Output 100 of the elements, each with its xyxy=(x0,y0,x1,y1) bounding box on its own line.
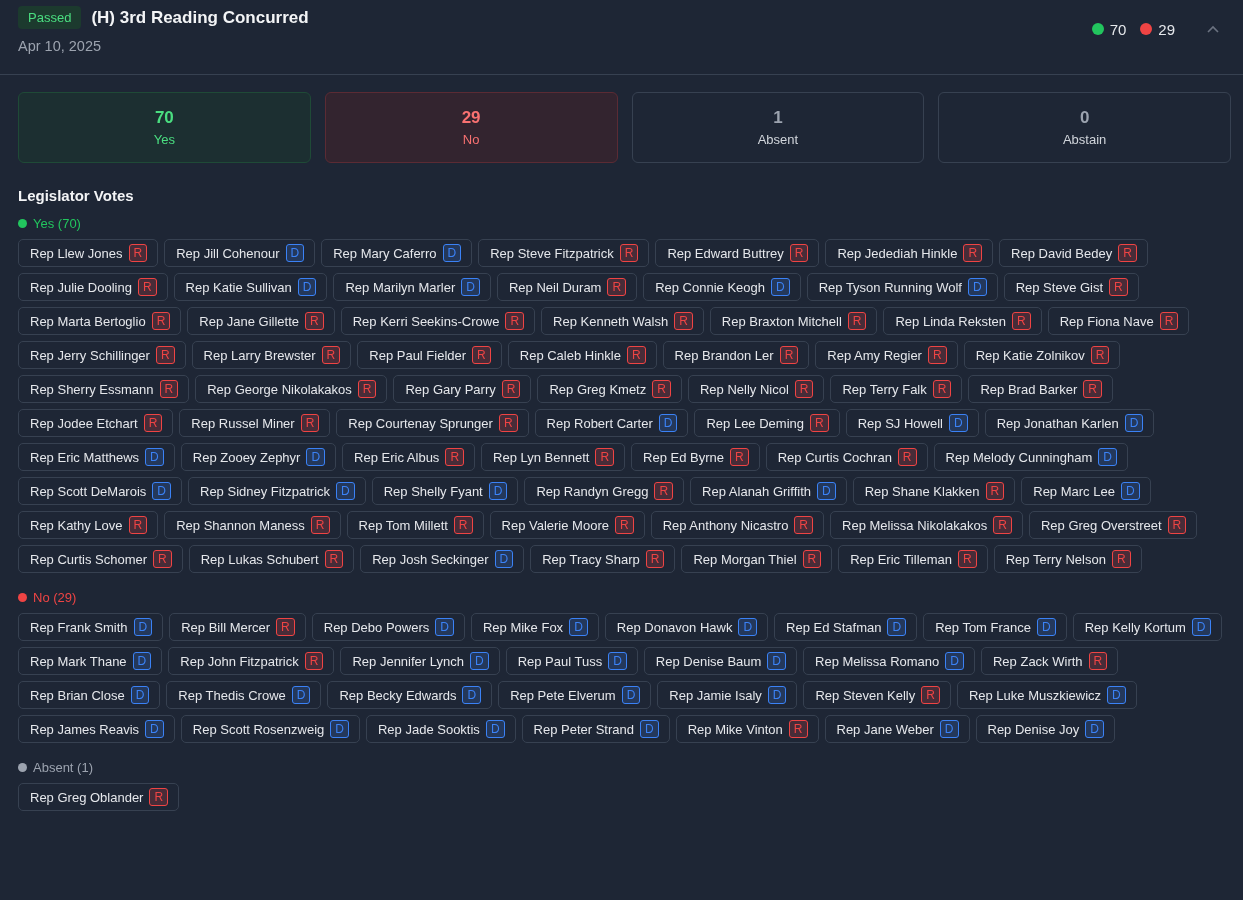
party-badge: D xyxy=(336,482,355,500)
party-badge: R xyxy=(730,448,749,466)
party-badge: R xyxy=(357,380,377,398)
legislator-name: Rep Luke Muszkiewicz xyxy=(968,687,1102,703)
legislator-name: Rep Jodee Etchart xyxy=(30,415,138,431)
party-badge: D xyxy=(1124,414,1144,432)
legislator-name: Rep Denise Baum xyxy=(655,653,762,669)
legislator-name: Rep Melissa Nikolakakos xyxy=(842,517,988,533)
party-badge: D xyxy=(306,448,326,466)
legislator-name: Rep Tyson Running Wolf xyxy=(818,279,962,295)
legislator-name: Rep Valerie Moore xyxy=(501,517,609,533)
party-badge: R xyxy=(1159,312,1179,330)
legislator-name: Rep Becky Edwards xyxy=(339,687,457,703)
chevron-up-icon xyxy=(1207,25,1219,33)
party-badge: R xyxy=(927,346,947,364)
party-badge: D xyxy=(767,652,787,670)
party-badge: R xyxy=(993,516,1012,534)
party-badge: R xyxy=(789,244,809,262)
party-badge: R xyxy=(847,312,867,330)
party-badge: R xyxy=(143,414,163,432)
party-badge: D xyxy=(291,686,311,704)
party-badge: D xyxy=(330,720,349,738)
party-badge: R xyxy=(619,244,639,262)
summary-label: No xyxy=(462,132,480,147)
legislator-name: Rep Lee Deming xyxy=(706,415,804,431)
summary-value: 70 xyxy=(154,108,174,128)
party-badge: R xyxy=(595,448,615,466)
legislator-name: Rep Marta Bertoglio xyxy=(30,313,146,329)
party-badge: D xyxy=(485,720,505,738)
party-badge: D xyxy=(771,278,790,296)
legislator-name: Rep SJ Howell xyxy=(857,415,943,431)
legislator-name: Rep Brian Close xyxy=(30,687,125,703)
vote-title: (H) 3rd Reading Concurred xyxy=(91,7,309,28)
legislator-name: Rep Greg Kmetz xyxy=(549,381,647,397)
party-badge: R xyxy=(1111,550,1131,568)
party-badge: D xyxy=(948,414,968,432)
legislator-name: Rep Tom Millett xyxy=(358,517,448,533)
legislator-name: Rep Frank Smith xyxy=(30,619,128,635)
party-badge: R xyxy=(276,618,295,636)
party-badge: D xyxy=(488,482,508,500)
legislator-name: Rep Bill Mercer xyxy=(181,619,271,635)
legislator-name: Rep Russel Miner xyxy=(191,415,295,431)
legislator-name: Rep Shannon Maness xyxy=(176,517,305,533)
legislator-name: Rep Thedis Crowe xyxy=(178,687,286,703)
party-badge: R xyxy=(1083,380,1102,398)
party-badge: R xyxy=(149,788,169,806)
legislator-name: Rep Mike Fox xyxy=(482,619,564,635)
legislator-name: Rep Paul Fielder xyxy=(369,347,467,363)
legislator-name: Rep Jamie Isaly xyxy=(669,687,762,703)
legislator-name: Rep Katie Zolnikov xyxy=(975,347,1085,363)
party-badge: R xyxy=(802,550,822,568)
party-badge: D xyxy=(817,482,836,500)
legislator-name: Rep Jennifer Lynch xyxy=(352,653,464,669)
legislator-name: Rep Tom France xyxy=(935,619,1031,635)
summary-value: 1 xyxy=(773,108,783,128)
summary-label: Abstain xyxy=(1062,132,1107,147)
party-badge: R xyxy=(300,414,320,432)
legislator-name: Rep Neil Duram xyxy=(508,279,602,295)
party-badge: D xyxy=(1037,618,1056,636)
party-badge: D xyxy=(939,720,959,738)
party-badge: R xyxy=(310,516,330,534)
party-badge: R xyxy=(1167,516,1187,534)
legislator-name: Rep Anthony Nicastro xyxy=(662,517,789,533)
party-badge: D xyxy=(442,244,462,262)
legislator-name: Rep Jonathan Karlen xyxy=(996,415,1119,431)
party-badge: R xyxy=(794,516,814,534)
party-badge: R xyxy=(1012,312,1031,330)
legislator-name: Rep Brad Barker xyxy=(980,381,1078,397)
group-label: Yes (70) xyxy=(33,216,81,231)
party-badge: D xyxy=(133,618,153,636)
legislator-name: Rep Denise Joy xyxy=(987,721,1080,737)
legislator-name: Rep John Fitzpatrick xyxy=(180,653,299,669)
legislator-name: Rep Marilyn Marler xyxy=(345,279,456,295)
legislator-name: Rep Julie Dooling xyxy=(30,279,132,295)
party-badge: D xyxy=(738,618,758,636)
party-badge: D xyxy=(297,278,317,296)
legislator-name: Rep Pete Elverum xyxy=(510,687,616,703)
party-badge: R xyxy=(501,380,521,398)
legislator-name: Rep Lyn Bennett xyxy=(493,449,590,465)
legislator-name: Rep Curtis Schomer xyxy=(30,551,148,567)
party-badge: R xyxy=(654,482,674,500)
section-title: Legislator Votes xyxy=(18,187,135,204)
party-badge: R xyxy=(155,346,175,364)
legislator-name: Rep Jerry Schillinger xyxy=(30,347,150,363)
legislator-name: Rep Steve Fitzpatrick xyxy=(490,245,614,261)
party-badge: D xyxy=(968,278,987,296)
party-badge: D xyxy=(435,618,454,636)
legislator-name: Rep Zooey Zephyr xyxy=(192,449,301,465)
party-badge: D xyxy=(285,244,305,262)
party-badge: R xyxy=(674,312,693,330)
party-badge: R xyxy=(607,278,627,296)
party-badge: R xyxy=(137,278,157,296)
party-badge: R xyxy=(505,312,525,330)
summary-label: Yes xyxy=(153,132,175,147)
legislator-name: Rep Terry Nelson xyxy=(1005,551,1106,567)
legislator-name: Rep Jane Gillette xyxy=(199,313,300,329)
status-badge: Passed xyxy=(18,6,82,29)
legislator-name: Rep Scott DeMarois xyxy=(30,483,147,499)
group-label: No (29) xyxy=(33,590,77,605)
party-badge: R xyxy=(921,686,940,704)
